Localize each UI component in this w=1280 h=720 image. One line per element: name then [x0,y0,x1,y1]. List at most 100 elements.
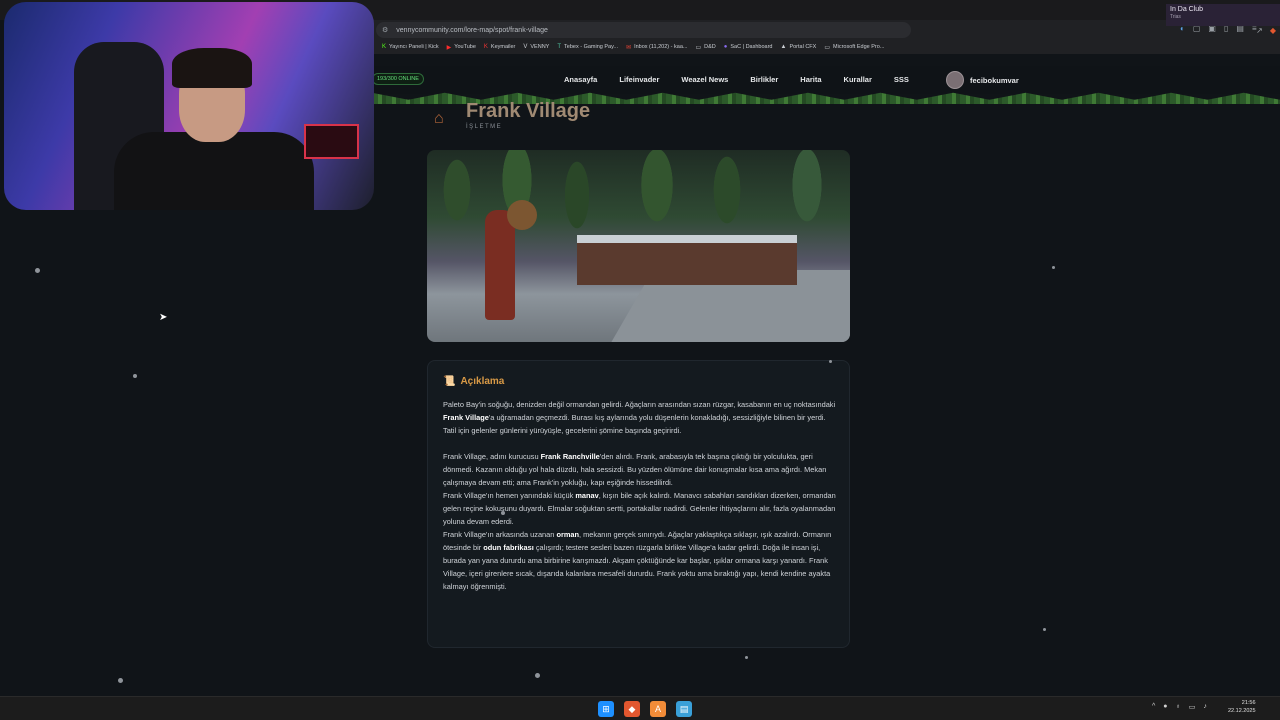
building-graphic [577,235,797,285]
clock-time: 21:56 [1241,700,1256,706]
venny-icon: V [523,44,528,50]
brave-shield-icon[interactable]: ◆ [1270,26,1276,35]
mail-icon: ✉ [626,44,632,51]
bookmark-keymailer[interactable]: K Keymailer [484,44,515,50]
snowflake [1052,266,1055,269]
cfx-icon: ▲ [780,44,787,50]
youtube-icon: ▶ [446,44,452,51]
chevron-up-icon[interactable]: ^ [1152,703,1155,711]
address-bar-icons: ↗ ◆ [1256,26,1276,35]
description-body: Paleto Bay'in soğuğu, denizden değil orm… [443,398,838,593]
nav-birlikler[interactable]: Birlikler [750,75,778,84]
bookmark-label: SaC | Dashboard [730,44,773,50]
lumberjack-statue-graphic [485,210,515,320]
kick-icon: K [382,44,387,50]
nav-harita[interactable]: Harita [800,75,821,84]
folder-icon: ▭ [695,44,702,51]
bookmark-label: Tebex - Gaming Pay... [564,44,619,50]
location-image [427,150,850,342]
site-info-icon[interactable]: ⚙ [382,26,388,34]
avatar [946,71,964,89]
snowflake [829,360,832,363]
person-graphic [114,132,314,210]
online-badge: 193/300 ONLINE [372,73,424,85]
notepad-icon[interactable]: ▤ [676,701,692,717]
volume-icon[interactable]: ♪ [1203,703,1207,711]
folder-icon: ▭ [824,44,831,51]
description-header: 📜 Açıklama [443,376,504,387]
webcam-overlay [4,2,374,210]
paragraph: Frank Village, adını kurucusu Frank Ranc… [443,450,838,489]
notification-title: In Da Club [1170,6,1204,13]
text: Frank Village'ın arkasında uzanan [443,530,557,539]
bookmark-venny[interactable]: V VENNY [523,44,549,50]
bookmarks-bar: K Yayıncı Paneli | Kick ▶ YouTube K Keymail… [372,40,1280,54]
bookmark-inbox[interactable]: ✉ Inbox (11,202) - kaa... [626,44,687,51]
bookmark-label: Inbox (11,202) - kaa... [634,44,688,50]
snowflake [35,268,40,273]
url-text: vennycommunity.com/lore-map/spot/frank-v… [396,26,548,34]
nav-kurallar[interactable]: Kurallar [844,75,872,84]
bookmark-youtube[interactable]: ▶ YouTube [447,44,476,51]
nav-anasayfa[interactable]: Anasayfa [564,75,597,84]
keymailer-icon: K [483,44,488,50]
main-nav: Anasayfa Lifeinvader Weazel News Birlikl… [564,75,909,84]
page-title: Frank Village [466,100,591,122]
media-notification[interactable]: In Da Club Trias [1166,4,1280,26]
tray-app-icon[interactable]: ● [1163,703,1167,711]
url-field[interactable]: ⚙ vennycommunity.com/lore-map/spot/frank… [376,22,911,38]
start-icon[interactable]: ⊞ [598,701,614,717]
text: Frank Village, adını kurucusu [443,452,541,461]
system-tray: ^ ● ♁ ▭ ♪ [1152,703,1207,711]
bookmark-tebex[interactable]: T Tebex - Gaming Pay... [557,44,618,50]
bookmark-label: D&D [704,44,716,50]
bold-text: Frank Village [443,413,489,422]
bookmark-edge[interactable]: ▭ Microsoft Edge Pro... [824,44,884,51]
text: 'a uğramadan geçmezdi. Burası kış ayları… [443,413,826,435]
snowflake [501,511,505,515]
username: fecibokumvar [970,75,1019,85]
bookmark-cfx[interactable]: ▲ Portal CFX [780,44,816,50]
desk-light-graphic [304,124,359,159]
bookmark-label: Microsoft Edge Pro... [833,44,885,50]
page-subtitle: İŞLETME [466,124,503,130]
paragraph: Frank Village'ın arkasında uzanan orman,… [443,528,838,593]
snowflake [535,673,540,678]
bookmark-label: Yayıncı Paneli | Kick [389,44,439,50]
taskbar: ⊞ ◆ A ▤ ^ ● ♁ ▭ ♪ 21:56 22.12.2025 [0,696,1280,720]
share-icon[interactable]: ↗ [1256,26,1263,35]
nav-weazel-news[interactable]: Weazel News [681,75,728,84]
app-icon[interactable]: A [650,701,666,717]
microphone-icon[interactable]: ♁ [1176,703,1181,711]
text: Paleto Bay'in soğuğu, denizden değil orm… [443,400,836,409]
bold-text: odun fabrikası [483,543,534,552]
bookmark-sac[interactable]: ● SaC | Dashboard [724,44,773,50]
user-menu[interactable]: fecibokumvar [946,71,1019,89]
snowflake [118,678,123,683]
person-hair-graphic [172,48,252,88]
text: Frank Village'ın hemen yanındaki küçük [443,491,576,500]
snowflake [1043,628,1046,631]
nav-lifeinvader[interactable]: Lifeinvader [619,75,659,84]
paragraph: Paleto Bay'in soğuğu, denizden değil orm… [443,398,838,437]
bold-text: manav [575,491,599,500]
mouse-cursor-icon: ➤ [159,312,168,323]
scroll-icon: 📜 [443,376,456,387]
taskbar-apps: ⊞ ◆ A ▤ [598,701,692,717]
snowflake [745,656,748,659]
bookmark-label: Portal CFX [789,44,817,50]
clock[interactable]: 21:56 22.12.2025 [1228,699,1256,715]
bookmark-label: VENNY [530,44,550,50]
address-bar: ⚙ vennycommunity.com/lore-map/spot/frank… [372,20,1280,40]
monitor-icon[interactable]: ▭ [1189,703,1196,711]
tebex-icon: T [557,44,562,50]
bookmark-label: YouTube [454,44,476,50]
barrel-graphic [507,200,537,230]
brave-icon[interactable]: ◆ [624,701,640,717]
bookmark-dnd[interactable]: ▭ D&D [695,44,715,51]
bookmark-kick[interactable]: K Yayıncı Paneli | Kick [382,44,439,50]
clock-date: 22.12.2025 [1228,708,1256,714]
bookmark-label: Keymailer [490,44,516,50]
description-title: Açıklama [460,376,505,387]
nav-sss[interactable]: SSS [894,75,909,84]
